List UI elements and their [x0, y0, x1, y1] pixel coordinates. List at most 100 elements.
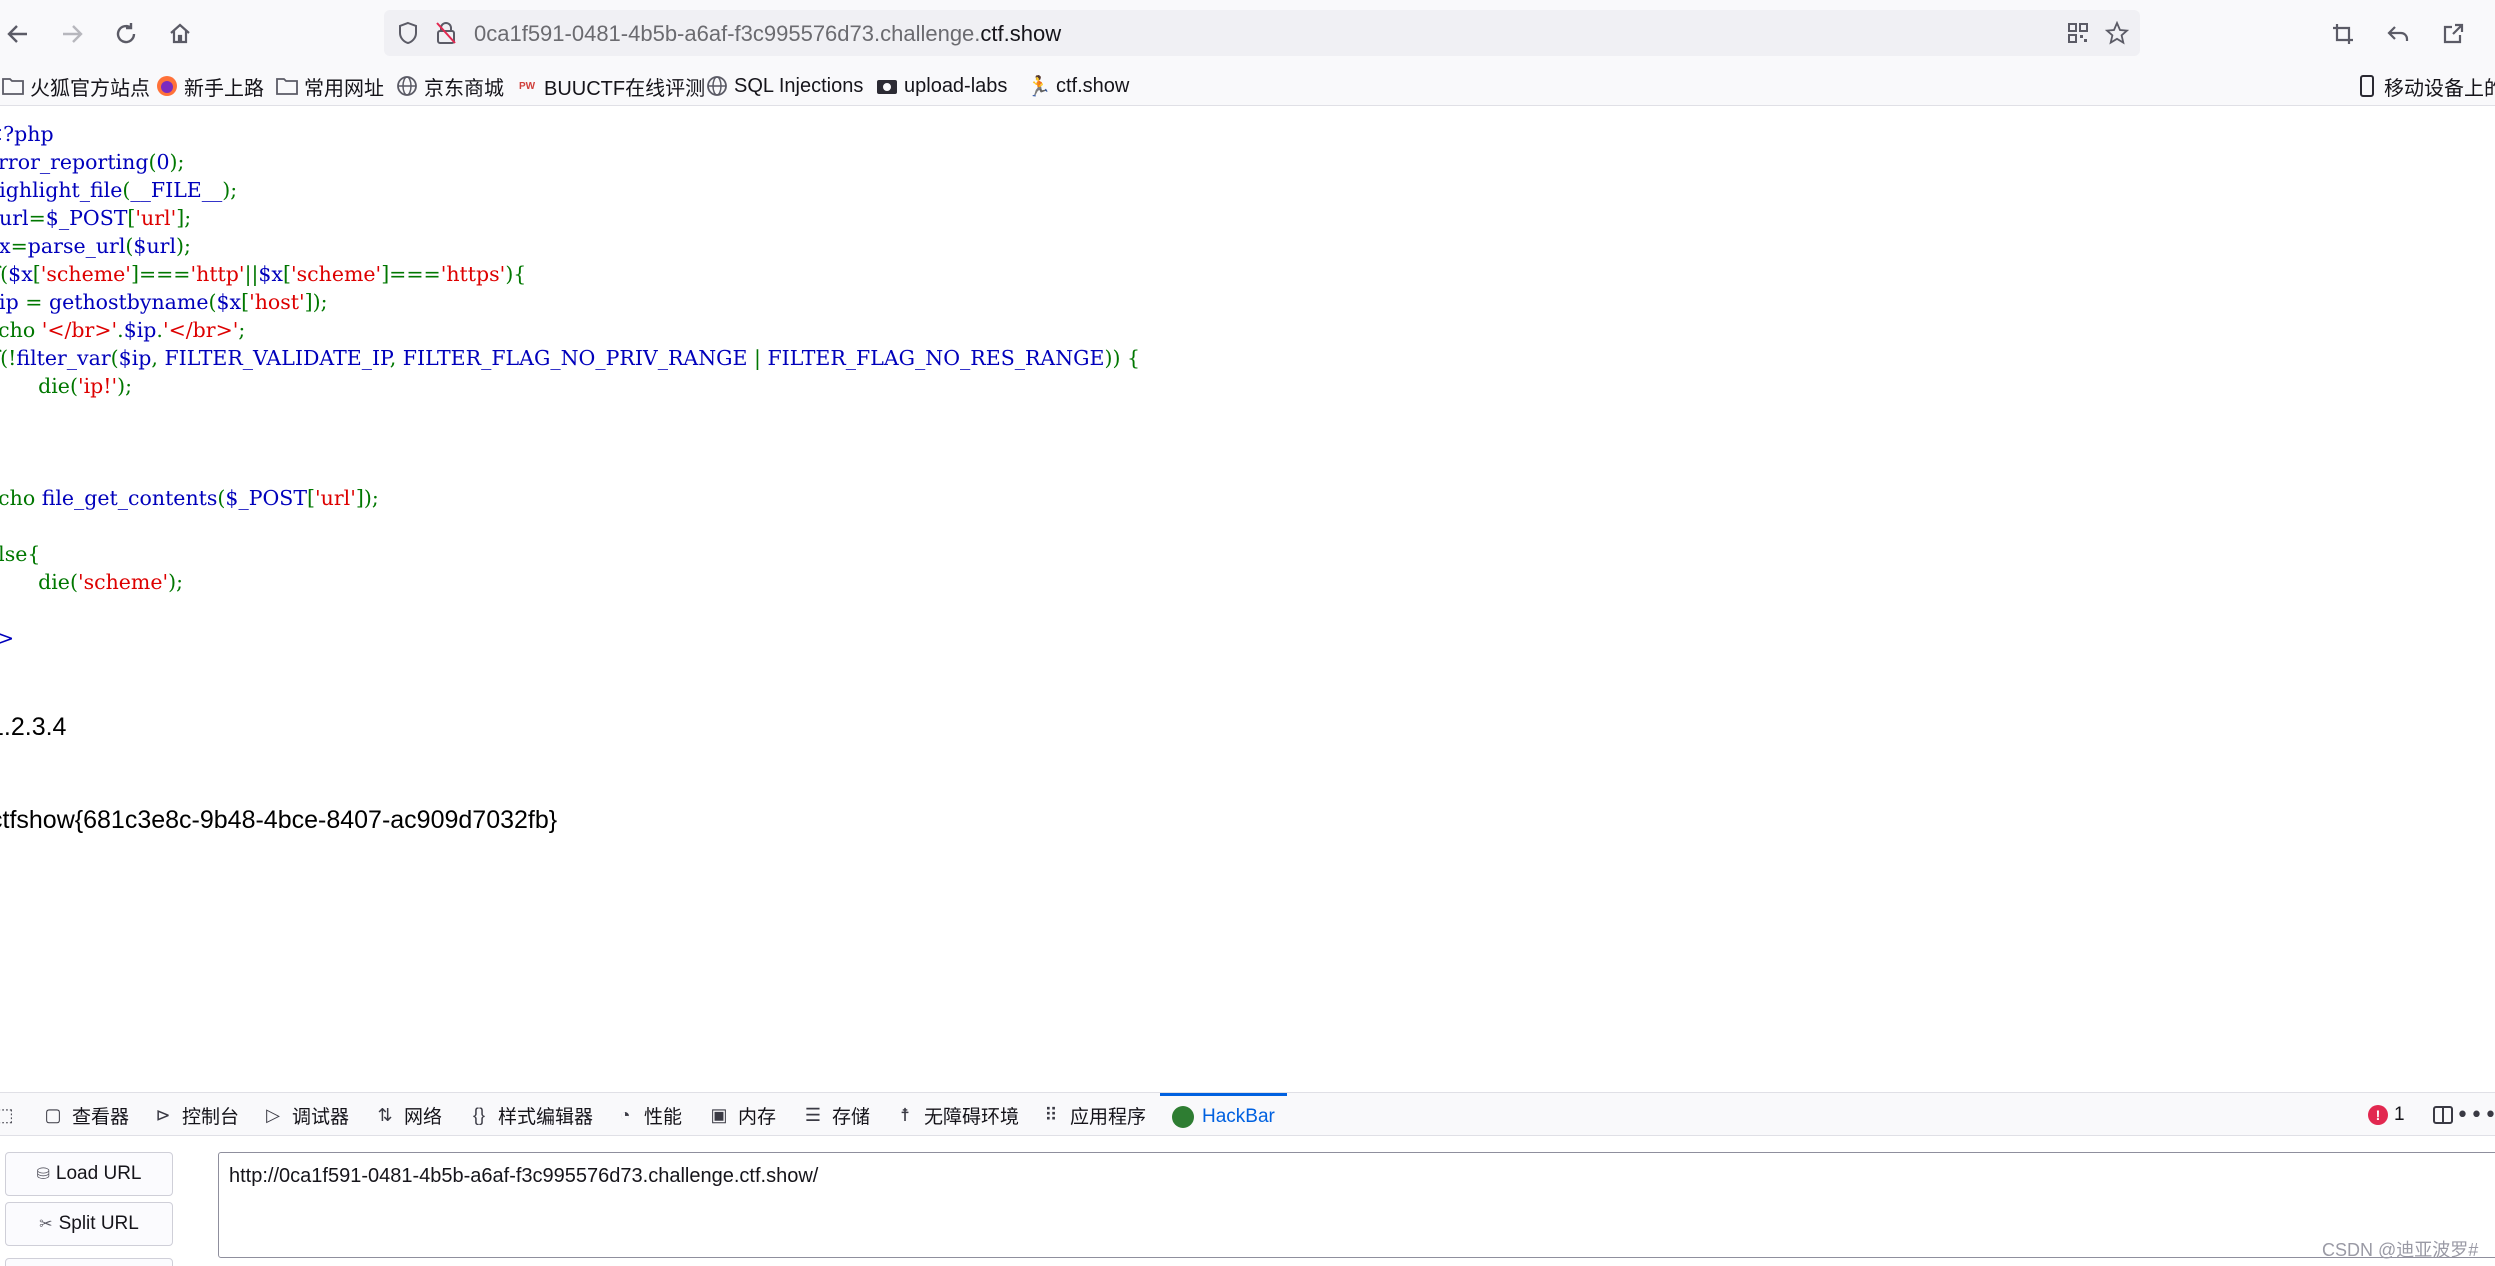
- shield-icon[interactable]: [394, 19, 422, 47]
- bookmark-label: 京东商城: [424, 77, 504, 100]
- bookmark-common-sites[interactable]: 常用网址: [276, 72, 384, 100]
- code-token: $_POST: [45, 206, 128, 230]
- code-token: ];: [176, 206, 192, 230]
- code-line: }: [0, 400, 1140, 428]
- tab-label: 控制台: [182, 1106, 240, 1128]
- url-host-domain: ctf.show: [980, 21, 1062, 46]
- code-token: (: [110, 346, 119, 370]
- element-picker-button[interactable]: ⬚: [0, 1093, 24, 1137]
- forward-button[interactable]: [54, 16, 90, 52]
- split-url-button[interactable]: ✂ Split URL: [5, 1202, 173, 1246]
- code-token: else{: [0, 542, 41, 566]
- tab-console[interactable]: ⊳ 控制台: [152, 1093, 239, 1137]
- code-token: );: [168, 570, 184, 594]
- tab-hackbar[interactable]: HackBar: [1160, 1093, 1287, 1137]
- bookmark-label: 常用网址: [304, 77, 384, 100]
- tab-label: 无障碍环境: [924, 1106, 1020, 1128]
- code-token: $url: [0, 206, 29, 230]
- bookmark-getting-started[interactable]: 新手上路: [156, 72, 264, 100]
- tab-label: 应用程序: [1070, 1106, 1147, 1128]
- code-token: $ip: [123, 318, 157, 342]
- bookmark-ctfshow[interactable]: 🏃 ctf.show: [1026, 72, 1130, 100]
- code-token: gethostbyname: [48, 290, 209, 314]
- bookmark-buuctf[interactable]: PW BUUCTF在线评测: [516, 72, 705, 100]
- scissors-icon: ✂: [39, 1216, 53, 1233]
- code-token: =: [28, 206, 46, 230]
- ctfshow-icon: 🏃: [1026, 75, 1052, 98]
- tab-memory[interactable]: ▣ 内存: [708, 1093, 776, 1137]
- more-options-button[interactable]: •••: [2456, 1100, 2495, 1130]
- share-icon: [2443, 23, 2464, 44]
- code-token: if(: [0, 262, 9, 286]
- bookmark-label: 火狐官方站点: [30, 77, 150, 100]
- flag-text: ctfshow{681c3e8c-9b48-4bce-8407-ac909d70…: [0, 806, 558, 834]
- code-token: '</br>': [41, 318, 118, 342]
- code-token: 'host': [249, 290, 305, 314]
- tab-debugger[interactable]: ▷ 调试器: [262, 1093, 349, 1137]
- code-line: }: [0, 596, 1140, 624]
- tab-storage[interactable]: ☰ 存储: [802, 1093, 870, 1137]
- tab-label: 内存: [738, 1106, 777, 1128]
- undo-button[interactable]: [2380, 16, 2416, 52]
- bookmark-upload-labs[interactable]: upload-labs: [876, 72, 1007, 100]
- tab-network[interactable]: ⇅ 网络: [374, 1093, 442, 1137]
- code-token: parse_url: [27, 234, 126, 258]
- csdn-watermark: CSDN @迪亚波罗#: [2322, 1240, 2479, 1260]
- dock-options-button[interactable]: [2428, 1100, 2458, 1130]
- code-token: $ip: [118, 346, 152, 370]
- code-token: echo: [0, 486, 36, 510]
- bookmark-firefox-official[interactable]: 火狐官方站点: [2, 72, 150, 100]
- bookmark-jd[interactable]: 京东商城: [396, 72, 504, 100]
- code-token: $x: [0, 234, 11, 258]
- insecure-lock-icon[interactable]: [432, 19, 460, 47]
- url-host-prefix: 0ca1f591-0481-4b5b-a6af-f3c995576d73.cha…: [474, 21, 981, 46]
- back-button[interactable]: [0, 16, 36, 52]
- bookmark-sql-injections[interactable]: SQL Injections: [706, 72, 863, 100]
- error-count-badge[interactable]: ! 1: [2368, 1104, 2405, 1126]
- tab-performance[interactable]: ◔ 性能: [614, 1093, 682, 1137]
- tab-inspector[interactable]: ▢ 查看器: [42, 1093, 129, 1137]
- code-line: die('scheme');: [0, 568, 1140, 596]
- globe-icon: [706, 75, 728, 97]
- code-token: [: [32, 262, 41, 286]
- code-token: ,: [389, 346, 403, 370]
- code-token: error_reporting: [0, 150, 149, 174]
- dock-side-icon: [2433, 1106, 2453, 1124]
- tab-label: HackBar: [1202, 1105, 1275, 1127]
- code-token: FILTER_VALIDATE_IP: [164, 346, 390, 370]
- reload-icon: [116, 23, 136, 44]
- load-url-button[interactable]: ⛁ Load URL: [5, 1152, 173, 1196]
- execute-button[interactable]: [5, 1258, 173, 1266]
- qr-code-icon[interactable]: [2064, 19, 2092, 47]
- reload-button[interactable]: [108, 16, 144, 52]
- crop-screenshot-button[interactable]: [2325, 16, 2361, 52]
- code-token: ){: [505, 262, 527, 286]
- hackbar-url-input[interactable]: http://0ca1f591-0481-4b5b-a6af-f3c995576…: [218, 1152, 2495, 1258]
- tab-application[interactable]: ⠿ 应用程序: [1040, 1093, 1146, 1137]
- code-line: highlight_file(__FILE__);: [0, 176, 1140, 204]
- network-icon: ⇅: [377, 1104, 393, 1125]
- code-token: FILTER_FLAG_NO_PRIV_RANGE: [402, 346, 755, 370]
- style-editor-icon: {}: [472, 1104, 486, 1125]
- code-token: );: [222, 178, 238, 202]
- tab-accessibility[interactable]: ☨ 无障碍环境: [894, 1093, 1019, 1137]
- code-token: [: [283, 262, 291, 286]
- code-line: die('ip!');: [0, 372, 1140, 400]
- url-bar[interactable]: 0ca1f591-0481-4b5b-a6af-f3c995576d73.cha…: [384, 10, 2140, 56]
- home-button[interactable]: [162, 16, 198, 52]
- code-token: [: [307, 486, 316, 510]
- code-token: 'ip!': [77, 374, 118, 398]
- code-token: ||: [244, 262, 259, 286]
- code-token: die(: [38, 374, 78, 398]
- code-token: $x: [258, 262, 283, 286]
- share-button[interactable]: [2435, 16, 2471, 52]
- element-picker-icon: ⬚: [0, 1104, 14, 1125]
- code-token: <?php: [0, 122, 54, 146]
- code-line: $x=parse_url($url);: [0, 232, 1140, 260]
- url-text[interactable]: 0ca1f591-0481-4b5b-a6af-f3c995576d73.cha…: [474, 21, 1061, 47]
- code-token: ]);: [304, 290, 328, 314]
- tab-style-editor[interactable]: {} 样式编辑器: [468, 1093, 593, 1137]
- bookmark-mobile[interactable]: 移动设备上的书: [2356, 72, 2495, 100]
- bookmark-star-icon[interactable]: [2103, 19, 2131, 47]
- code-token: =: [10, 234, 28, 258]
